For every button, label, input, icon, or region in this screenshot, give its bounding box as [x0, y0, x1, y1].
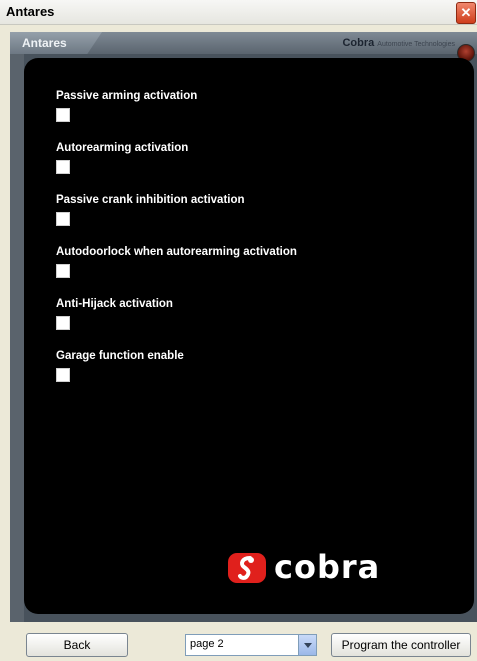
- close-button[interactable]: ✕: [456, 2, 476, 24]
- chevron-down-icon[interactable]: [298, 635, 316, 655]
- option-label: Garage function enable: [56, 350, 184, 362]
- autorearming-checkbox[interactable]: [56, 160, 70, 174]
- settings-panel: Passive arming activation Autorearming a…: [24, 58, 474, 614]
- passive-arming-checkbox[interactable]: [56, 108, 70, 122]
- cobra-wordmark: cobra: [274, 548, 381, 586]
- option-label: Passive crank inhibition activation: [56, 194, 245, 206]
- option-label: Autorearming activation: [56, 142, 189, 154]
- left-strip: [10, 54, 24, 622]
- brand-label: Cobra Automotive Technologies: [342, 37, 455, 49]
- option-passive-arming: Passive arming activation: [56, 90, 197, 122]
- page-select[interactable]: page 2: [185, 634, 317, 656]
- header-tab: Antares: [10, 32, 102, 54]
- option-label: Autodoorlock when autorearming activatio…: [56, 246, 297, 258]
- footer-bar: Back page 2 Program the controller: [0, 630, 477, 661]
- option-autorearming: Autorearming activation: [56, 142, 188, 174]
- brand-name: Cobra: [342, 37, 375, 49]
- header-band: Antares Cobra Automotive Technologies: [10, 32, 477, 62]
- header-tab-label: Antares: [22, 36, 67, 50]
- passive-crank-inhibition-checkbox[interactable]: [56, 212, 70, 226]
- option-label: Anti-Hijack activation: [56, 298, 173, 310]
- title-bar: Antares ✕: [0, 0, 477, 25]
- option-label: Passive arming activation: [56, 90, 198, 102]
- window-title: Antares: [6, 4, 55, 19]
- back-button[interactable]: Back: [26, 633, 128, 657]
- option-anti-hijack: Anti-Hijack activation: [56, 298, 173, 330]
- option-autodoorlock: Autodoorlock when autorearming activatio…: [56, 246, 297, 278]
- brand-subtitle: Automotive Technologies: [377, 41, 455, 48]
- option-garage-function: Garage function enable: [56, 350, 184, 382]
- program-controller-button[interactable]: Program the controller: [331, 633, 471, 657]
- garage-function-checkbox[interactable]: [56, 368, 70, 382]
- option-passive-crank-inhibition: Passive crank inhibition activation: [56, 194, 245, 226]
- application-window: Antares ✕ Antares Cobra Automotive Techn…: [0, 0, 477, 661]
- anti-hijack-checkbox[interactable]: [56, 316, 70, 330]
- autodoorlock-checkbox[interactable]: [56, 264, 70, 278]
- page-select-value: page 2: [190, 638, 224, 650]
- cobra-snake-icon: [228, 553, 266, 583]
